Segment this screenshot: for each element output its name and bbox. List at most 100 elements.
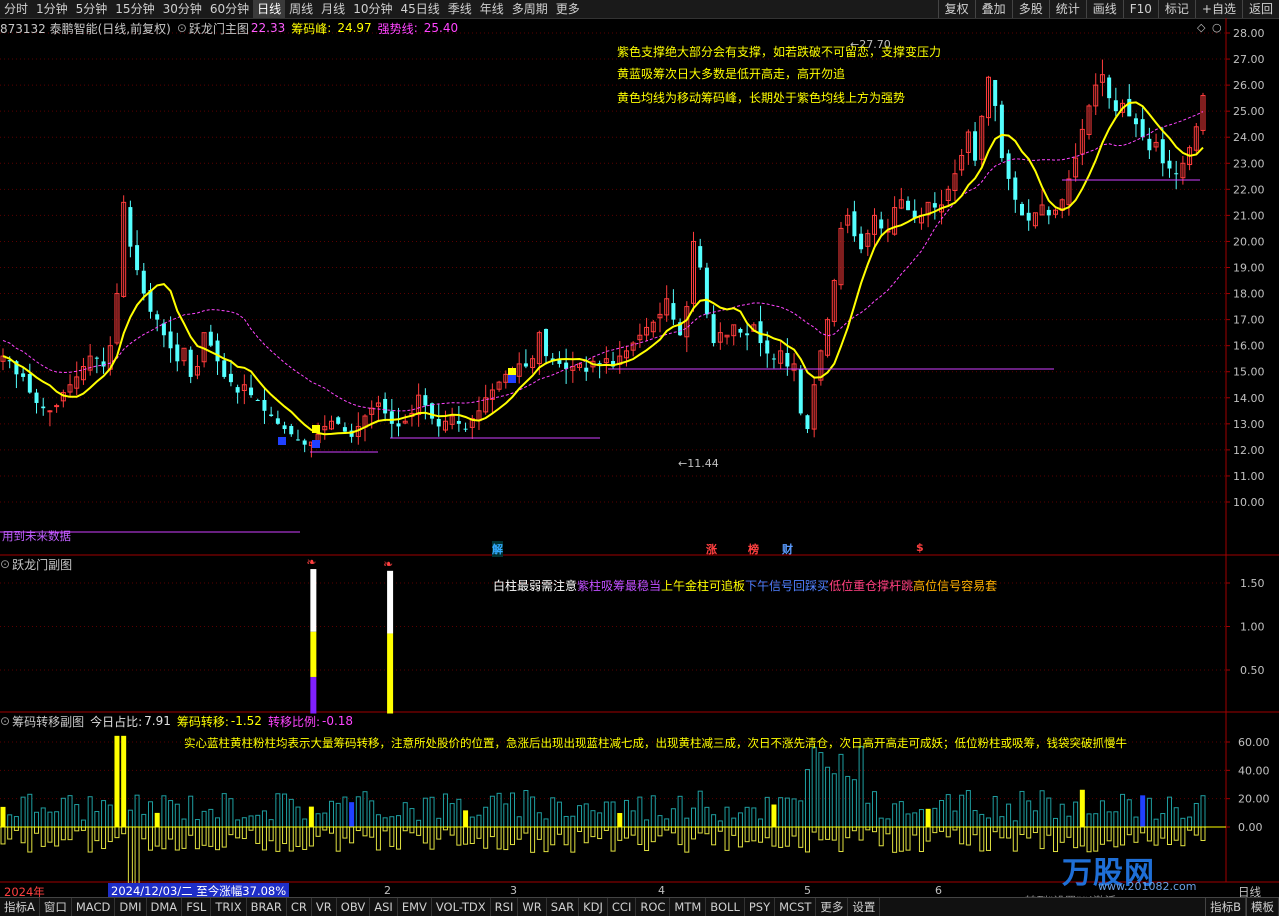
toolbar-button[interactable]: +自选 <box>1194 0 1242 18</box>
transfer-bar-up <box>556 801 562 828</box>
transfer-bar-up <box>101 800 107 828</box>
indicator-collapse-icon[interactable]: ⊙ <box>177 21 187 35</box>
transfer-bar-down <box>791 826 797 837</box>
period-tab[interactable]: 年线 <box>476 0 508 18</box>
transfer-bar-down <box>1026 826 1032 839</box>
transfer-bar-down <box>536 826 542 840</box>
price-tick-label: 20.00 <box>1233 235 1265 248</box>
candle-down <box>215 340 220 362</box>
indicator-tab[interactable]: WR <box>518 898 547 916</box>
transfer-bar-down <box>623 826 629 839</box>
indicator-tab[interactable]: 设置 <box>848 898 881 916</box>
candle-down <box>798 368 803 414</box>
indicator-tab[interactable]: ROC <box>636 898 671 916</box>
transfer-bar-up <box>516 816 522 828</box>
transfer-bar-down <box>851 826 857 832</box>
transfer-bar-down <box>228 826 234 836</box>
signal-bar-segment <box>310 676 317 714</box>
period-tab[interactable]: 分时 <box>0 0 32 18</box>
period-tab[interactable]: 日线 <box>253 0 286 18</box>
indicator-tab[interactable]: 指标A <box>0 898 40 916</box>
indicator-tab[interactable]: 更多 <box>816 898 849 916</box>
indicator-tab[interactable]: MCST <box>775 898 817 916</box>
period-tab[interactable]: 季线 <box>444 0 476 18</box>
indicator-tab[interactable]: DMA <box>147 898 183 916</box>
indicator-tab[interactable]: CR <box>287 898 312 916</box>
transfer-bar-up <box>1059 803 1065 828</box>
transfer-bar-up <box>127 809 133 828</box>
indicator-tab[interactable]: DMI <box>115 898 147 916</box>
indicator-tab[interactable]: EMV <box>398 898 432 916</box>
transfer-bar-down <box>429 826 435 850</box>
period-tab[interactable]: 45日线 <box>396 0 443 18</box>
indicator-tab[interactable]: 指标B <box>1205 898 1246 916</box>
transfer-bar-down <box>932 826 938 834</box>
period-tab[interactable]: 更多 <box>552 0 584 18</box>
indicator-tab[interactable]: BRAR <box>247 898 287 916</box>
price-tick-label: 17.00 <box>1233 314 1265 327</box>
toolbar-button[interactable]: 标记 <box>1157 0 1195 18</box>
transfer-bar-up <box>456 798 462 828</box>
transfer-bar-down <box>985 826 991 851</box>
transfer-bar-down <box>1059 826 1065 843</box>
transfer-bar-up <box>972 810 978 828</box>
indicator-tab[interactable]: OBV <box>337 898 371 916</box>
candle-down <box>1006 153 1011 179</box>
transfer-bar-up <box>1053 817 1059 828</box>
transfer-bar-down <box>885 826 891 835</box>
period-tab[interactable]: 10分钟 <box>349 0 396 18</box>
indicator-tab[interactable]: MTM <box>670 898 707 916</box>
candle-down <box>704 267 709 315</box>
transfer-panel-title[interactable]: 筹码转移副图 <box>12 713 84 730</box>
toolbar-button[interactable]: 多股 <box>1011 0 1049 18</box>
toolbar-button[interactable]: F10 <box>1122 0 1158 18</box>
indicator-tab[interactable]: 窗口 <box>40 898 72 916</box>
transfer-bar-down <box>463 826 469 845</box>
transfer-bar-up <box>308 806 314 828</box>
main-panel-header: 873132 泰鹏智能(日线,前复权) ⊙ 跃龙门主图 22.33 筹码峰: 2… <box>0 20 459 37</box>
sub-collapse-icon[interactable]: ⊙ <box>0 557 10 571</box>
transfer-bar-down <box>54 826 60 847</box>
period-tab[interactable]: 月线 <box>317 0 349 18</box>
transfer-bar-down <box>657 826 663 837</box>
sub-panel-title[interactable]: 跃龙门副图 <box>12 556 72 573</box>
indicator-tab[interactable]: ASI <box>370 898 398 916</box>
indicator-name[interactable]: 跃龙门主图 <box>189 20 249 37</box>
transfer-bar-down <box>27 826 33 853</box>
indicator-tab[interactable]: CCI <box>608 898 637 916</box>
toolbar-button[interactable]: 叠加 <box>974 0 1012 18</box>
period-tab[interactable]: 30分钟 <box>159 0 206 18</box>
indicator-tab[interactable]: KDJ <box>579 898 608 916</box>
transfer-bar-up <box>1012 820 1018 828</box>
indicator-tab[interactable]: 模板 <box>1246 898 1279 916</box>
period-tab[interactable]: 15分钟 <box>111 0 158 18</box>
indicator-tab[interactable]: MACD <box>72 898 116 916</box>
period-tab[interactable]: 1分钟 <box>32 0 72 18</box>
toolbar-button[interactable]: 画线 <box>1085 0 1123 18</box>
indicator-tab[interactable]: RSI <box>491 898 519 916</box>
indicator-tab[interactable]: PSY <box>745 898 776 916</box>
indicator-tab[interactable]: BOLL <box>706 898 745 916</box>
period-tab[interactable]: 周线 <box>285 0 317 18</box>
butterfly-icon: ❧ <box>306 555 316 569</box>
period-tab[interactable]: 60分钟 <box>206 0 253 18</box>
transfer-bar-down <box>201 826 207 846</box>
toolbar-button[interactable]: 返回 <box>1241 0 1279 18</box>
transfer-bar-down <box>355 826 361 832</box>
sub-tick-label: 1.50 <box>1240 577 1265 590</box>
indicator-tab[interactable]: SAR <box>547 898 580 916</box>
transfer-bar-up <box>409 808 415 828</box>
toolbar-button[interactable]: 复权 <box>937 0 975 18</box>
period-tab[interactable]: 多周期 <box>508 0 552 18</box>
indicator-tab[interactable]: VR <box>312 898 337 916</box>
transfer-collapse-icon[interactable]: ⊙ <box>0 714 10 728</box>
transfer-bar-down <box>215 826 221 851</box>
period-tab[interactable]: 5分钟 <box>72 0 112 18</box>
indicator-tab[interactable]: VOL-TDX <box>432 898 491 916</box>
indicator-tab[interactable]: TRIX <box>211 898 247 916</box>
candle-down <box>785 352 790 367</box>
kline-chart[interactable]: 28.0027.0026.0025.0024.0023.0022.0021.00… <box>0 18 1279 897</box>
toolbar-button[interactable]: 统计 <box>1048 0 1086 18</box>
indicator-tab[interactable]: FSL <box>182 898 212 916</box>
transfer-bar-down <box>1113 826 1119 848</box>
